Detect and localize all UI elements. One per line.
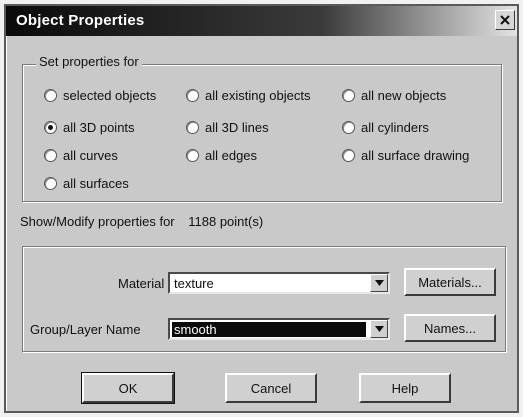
group-layer-dropdown-button[interactable] [370,320,388,338]
radio-all-surfaces[interactable]: all surfaces [44,176,129,191]
show-modify-line: Show/Modify properties for 1188 point(s) [20,214,263,229]
radio-label: all new objects [361,88,447,103]
radio-button-icon[interactable] [186,89,199,102]
group-layer-name-label: Group/Layer Name [30,322,141,337]
radio-all-3d-lines[interactable]: all 3D lines [186,120,269,135]
material-dropdown-button[interactable] [370,274,388,292]
radio-all-new-objects[interactable]: all new objects [342,88,446,103]
group-layer-name-value: smooth [172,322,366,337]
radio-label: all edges [205,148,258,163]
chevron-down-icon [374,280,384,286]
group-layer-name-combobox[interactable]: smooth [168,318,390,340]
radio-all-cylinders[interactable]: all cylinders [342,120,429,135]
radio-button-icon[interactable] [44,89,57,102]
radio-label: all curves [63,148,118,163]
chevron-down-icon [374,326,384,332]
material-combobox[interactable]: texture [168,272,390,294]
radio-button-icon[interactable] [342,149,355,162]
show-modify-label: Show/Modify properties for [20,214,175,229]
radio-button-icon[interactable] [342,89,355,102]
radio-button-checked-icon[interactable] [44,121,57,134]
radio-selected-objects[interactable]: selected objects [44,88,156,103]
radio-all-curves[interactable]: all curves [44,148,118,163]
radio-button-icon[interactable] [342,121,355,134]
cancel-button[interactable]: Cancel [225,373,317,403]
dialog-title: Object Properties [16,12,145,29]
radio-all-edges[interactable]: all edges [186,148,257,163]
radio-all-existing-objects[interactable]: all existing objects [186,88,311,103]
radio-label: all existing objects [205,88,311,103]
radio-label: all 3D lines [205,120,269,135]
radio-label: all cylinders [361,120,429,135]
radio-all-surface-drawing[interactable]: all surface drawing [342,148,469,163]
help-button[interactable]: Help [359,373,451,403]
radio-label: selected objects [63,88,157,103]
close-icon [500,15,510,25]
set-properties-legend: Set properties for [36,54,142,69]
names-button[interactable]: Names... [404,314,496,342]
material-label: Material [118,276,165,291]
ok-button[interactable]: OK [81,372,175,404]
radio-button-icon[interactable] [44,177,57,190]
point-count: 1188 point(s) [188,214,264,229]
radio-label: all surface drawing [361,148,470,163]
materials-button[interactable]: Materials... [404,268,496,296]
radio-label: all 3D points [63,120,135,135]
close-button[interactable] [495,10,515,30]
material-value: texture [174,276,214,291]
radio-button-icon[interactable] [186,149,199,162]
radio-button-icon[interactable] [44,149,57,162]
title-bar: Object Properties [6,6,517,36]
radio-label: all surfaces [63,176,129,191]
radio-all-3d-points[interactable]: all 3D points [44,120,135,135]
radio-button-icon[interactable] [186,121,199,134]
